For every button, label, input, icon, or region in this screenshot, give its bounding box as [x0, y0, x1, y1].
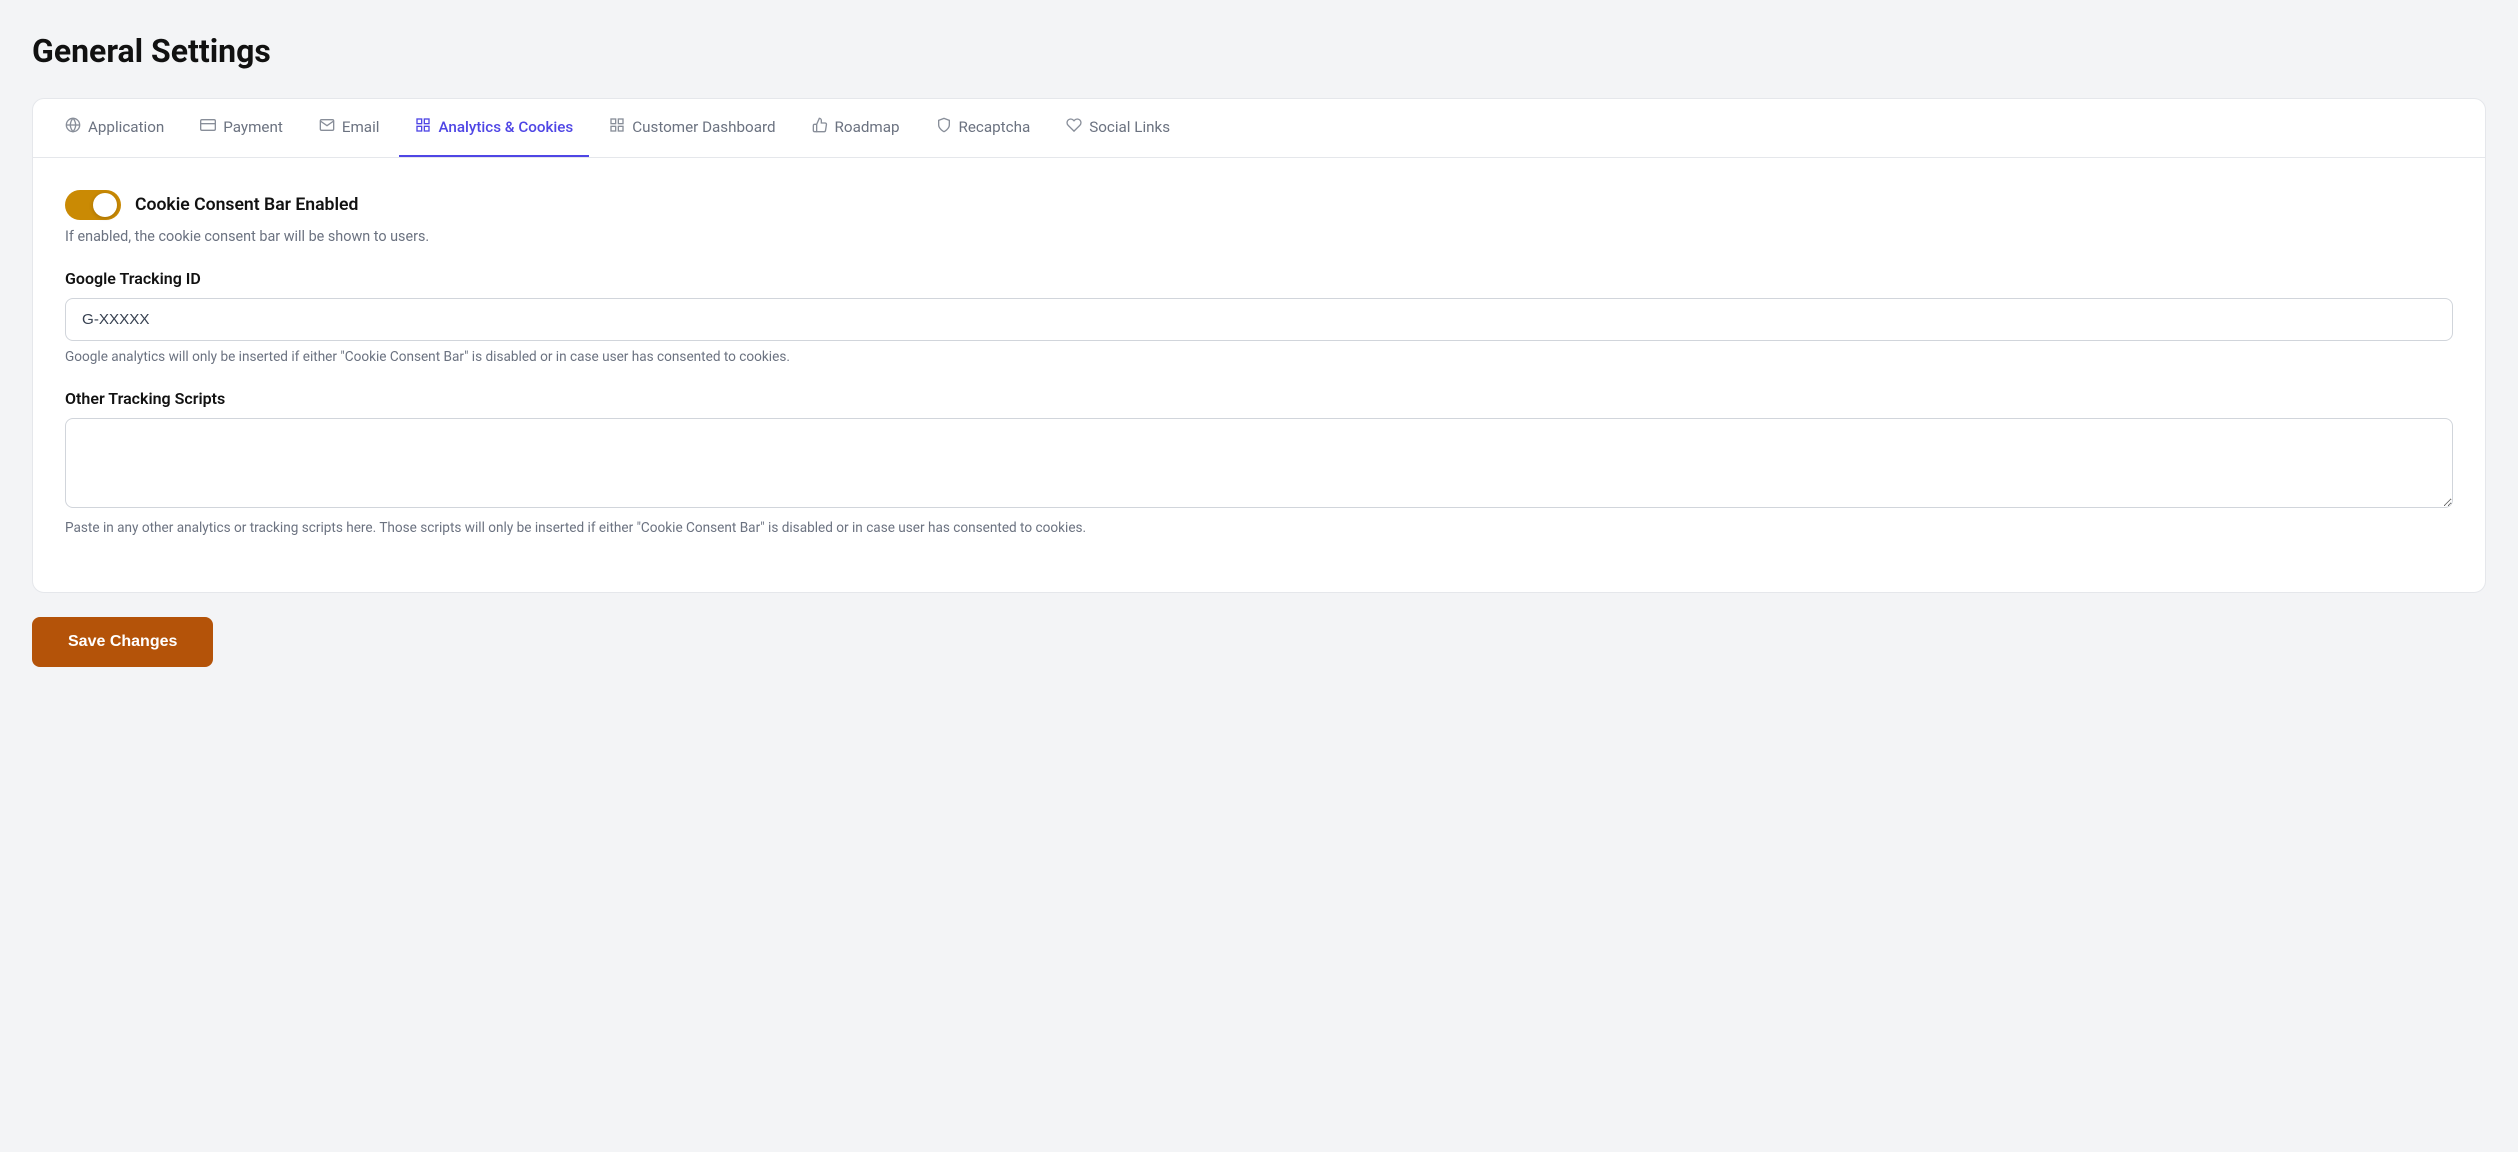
- tab-recaptcha-label: Recaptcha: [959, 118, 1031, 136]
- tab-email[interactable]: Email: [303, 99, 396, 157]
- tab-social-links[interactable]: Social Links: [1050, 99, 1186, 157]
- tab-analytics[interactable]: Analytics & Cookies: [399, 99, 589, 157]
- google-tracking-label: Google Tracking ID: [65, 269, 2453, 288]
- main-card: Application Payment Email Analytics & Co…: [32, 98, 2486, 593]
- cookie-consent-toggle[interactable]: [65, 190, 121, 220]
- other-tracking-section: Other Tracking Scripts Paste in any othe…: [65, 389, 2453, 536]
- google-tracking-input[interactable]: [65, 298, 2453, 341]
- tab-payment-label: Payment: [223, 118, 283, 136]
- tab-roadmap[interactable]: Roadmap: [796, 99, 916, 157]
- other-tracking-textarea[interactable]: [65, 418, 2453, 508]
- tab-application[interactable]: Application: [49, 99, 180, 157]
- cookie-consent-toggle-row: Cookie Consent Bar Enabled: [65, 190, 2453, 220]
- toggle-slider: [65, 190, 121, 220]
- tab-payment[interactable]: Payment: [184, 99, 299, 157]
- page-title: General Settings: [32, 32, 2486, 70]
- tab-social-links-label: Social Links: [1089, 118, 1170, 136]
- tab-application-label: Application: [88, 118, 164, 136]
- roadmap-icon: [812, 117, 828, 137]
- analytics-icon: [415, 117, 431, 137]
- tab-customer-dashboard[interactable]: Customer Dashboard: [593, 99, 791, 157]
- tab-customer-dashboard-label: Customer Dashboard: [632, 118, 775, 136]
- google-tracking-section: Google Tracking ID Google analytics will…: [65, 269, 2453, 365]
- email-icon: [319, 117, 335, 137]
- payment-icon: [200, 117, 216, 137]
- recaptcha-icon: [936, 117, 952, 137]
- cookie-consent-description: If enabled, the cookie consent bar will …: [65, 228, 2453, 245]
- globe-icon: [65, 117, 81, 137]
- cookie-consent-label: Cookie Consent Bar Enabled: [135, 195, 358, 215]
- content-area: Cookie Consent Bar Enabled If enabled, t…: [33, 158, 2485, 592]
- dashboard-icon: [609, 117, 625, 137]
- tab-recaptcha[interactable]: Recaptcha: [920, 99, 1047, 157]
- google-tracking-hint: Google analytics will only be inserted i…: [65, 349, 2453, 365]
- tab-analytics-label: Analytics & Cookies: [438, 118, 573, 136]
- tab-roadmap-label: Roadmap: [835, 118, 900, 136]
- other-tracking-label: Other Tracking Scripts: [65, 389, 2453, 408]
- social-links-icon: [1066, 117, 1082, 137]
- save-button[interactable]: Save Changes: [32, 617, 213, 667]
- tab-bar: Application Payment Email Analytics & Co…: [33, 99, 2485, 158]
- tab-email-label: Email: [342, 118, 380, 136]
- other-tracking-hint: Paste in any other analytics or tracking…: [65, 520, 2453, 536]
